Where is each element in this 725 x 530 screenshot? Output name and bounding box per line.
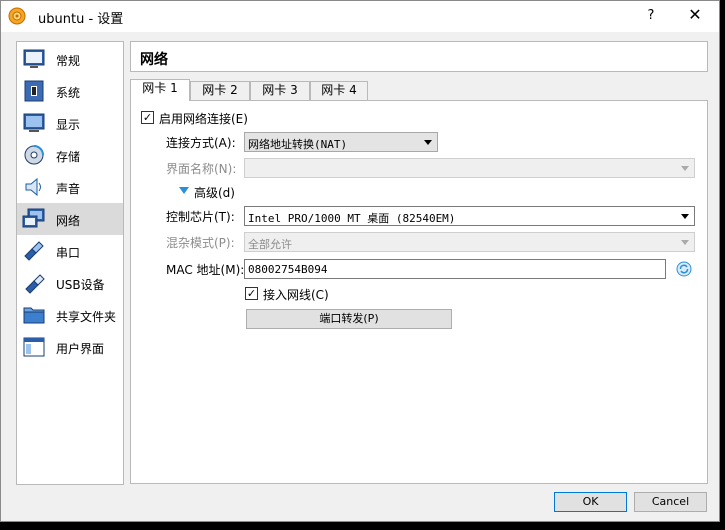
- system-icon: [24, 80, 44, 102]
- attached-to-value: 网络地址转换(NAT): [248, 138, 348, 151]
- sidebar-item-label: USB设备: [56, 278, 105, 292]
- help-button[interactable]: ?: [641, 6, 661, 26]
- usb-icon: [25, 274, 45, 294]
- general-icon: [23, 49, 45, 68]
- user-interface-icon: [23, 337, 45, 357]
- page-title: 网络: [140, 52, 168, 68]
- expand-triangle-icon[interactable]: [179, 187, 189, 194]
- title-bar: ubuntu - 设置 ? ✕: [1, 1, 719, 32]
- network-icon: [22, 208, 45, 228]
- page-header: 网络: [130, 41, 708, 72]
- cancel-button[interactable]: Cancel: [634, 492, 707, 512]
- adapter-type-select[interactable]: Intel PRO/1000 MT 桌面 (82540EM): [244, 206, 695, 226]
- shared-folder-icon: [23, 307, 45, 324]
- sidebar-item-general[interactable]: 常规: [17, 43, 123, 75]
- audio-icon: [25, 177, 41, 197]
- sidebar-item-system[interactable]: 系统: [17, 75, 123, 107]
- adapter-type-value: Intel PRO/1000 MT 桌面 (82540EM): [248, 212, 456, 225]
- sidebar-item-label: 共享文件夹: [56, 310, 117, 324]
- sidebar-item-usb[interactable]: USB设备: [17, 267, 123, 299]
- promiscuous-mode-select[interactable]: 全部允许: [244, 232, 695, 252]
- promiscuous-mode-value: 全部允许: [248, 238, 292, 251]
- serial-port-icon: [24, 241, 44, 261]
- sidebar-item-storage[interactable]: 存储: [17, 139, 123, 171]
- storage-icon: [24, 145, 44, 165]
- sidebar-item-audio[interactable]: 声音: [17, 171, 123, 203]
- promiscuous-mode-label: 混杂模式(P):: [166, 236, 235, 250]
- settings-sidebar: 常规 系统 显示 存储 声音 网络 串口 USB设备 共享文件夹 用户界面: [16, 41, 124, 485]
- sidebar-item-display[interactable]: 显示: [17, 107, 123, 139]
- sidebar-item-serial-port[interactable]: 串口: [17, 235, 123, 267]
- chevron-down-icon: [681, 240, 689, 245]
- mac-address-input[interactable]: [245, 260, 665, 278]
- refresh-mac-icon[interactable]: [676, 261, 692, 277]
- sidebar-item-shared-folders[interactable]: 共享文件夹: [17, 299, 123, 331]
- window-title: ubuntu - 设置: [38, 12, 124, 27]
- sidebar-item-label: 网络: [56, 214, 81, 228]
- close-button[interactable]: ✕: [685, 5, 705, 25]
- tab-adapter-4[interactable]: 网卡 4: [310, 81, 368, 100]
- sidebar-item-label: 系统: [56, 86, 81, 100]
- tab-adapter-1[interactable]: 网卡 1: [130, 79, 190, 101]
- mac-address-field[interactable]: [244, 259, 666, 279]
- cable-connected-label: 接入网线(C): [263, 288, 329, 302]
- interface-name-select[interactable]: [244, 158, 695, 178]
- sidebar-item-label: 存储: [56, 150, 81, 164]
- adapter-type-label: 控制芯片(T):: [166, 210, 235, 224]
- sidebar-item-label: 常规: [56, 54, 81, 68]
- interface-name-label: 界面名称(N):: [166, 162, 237, 176]
- attached-to-label: 连接方式(A):: [166, 136, 236, 150]
- chevron-down-icon: [681, 166, 689, 171]
- tab-adapter-2[interactable]: 网卡 2: [190, 81, 250, 100]
- sidebar-item-label: 串口: [56, 246, 81, 260]
- display-icon: [23, 113, 45, 132]
- attached-to-select[interactable]: 网络地址转换(NAT): [244, 132, 438, 152]
- enable-adapter-checkbox[interactable]: ✓: [141, 111, 154, 124]
- mac-address-label: MAC 地址(M):: [166, 263, 245, 277]
- enable-adapter-label: 启用网络连接(E): [159, 112, 248, 126]
- cable-connected-checkbox[interactable]: ✓: [245, 287, 258, 300]
- virtualbox-app-icon: [8, 7, 26, 25]
- port-forwarding-button[interactable]: 端口转发(P): [246, 309, 452, 329]
- chevron-down-icon: [681, 214, 689, 219]
- sidebar-item-user-interface[interactable]: 用户界面: [17, 331, 123, 363]
- settings-dialog: ubuntu - 设置 ? ✕ 常规 系统 显示 存储 声音 网络 串口 USB…: [0, 0, 720, 522]
- advanced-toggle[interactable]: 高级(d): [194, 184, 235, 201]
- tab-adapter-3[interactable]: 网卡 3: [250, 81, 310, 100]
- chevron-down-icon: [424, 140, 432, 145]
- ok-button[interactable]: OK: [554, 492, 627, 512]
- sidebar-item-label: 声音: [56, 182, 81, 196]
- sidebar-item-network[interactable]: 网络: [17, 203, 123, 235]
- sidebar-item-label: 用户界面: [56, 342, 105, 356]
- sidebar-item-label: 显示: [56, 118, 81, 132]
